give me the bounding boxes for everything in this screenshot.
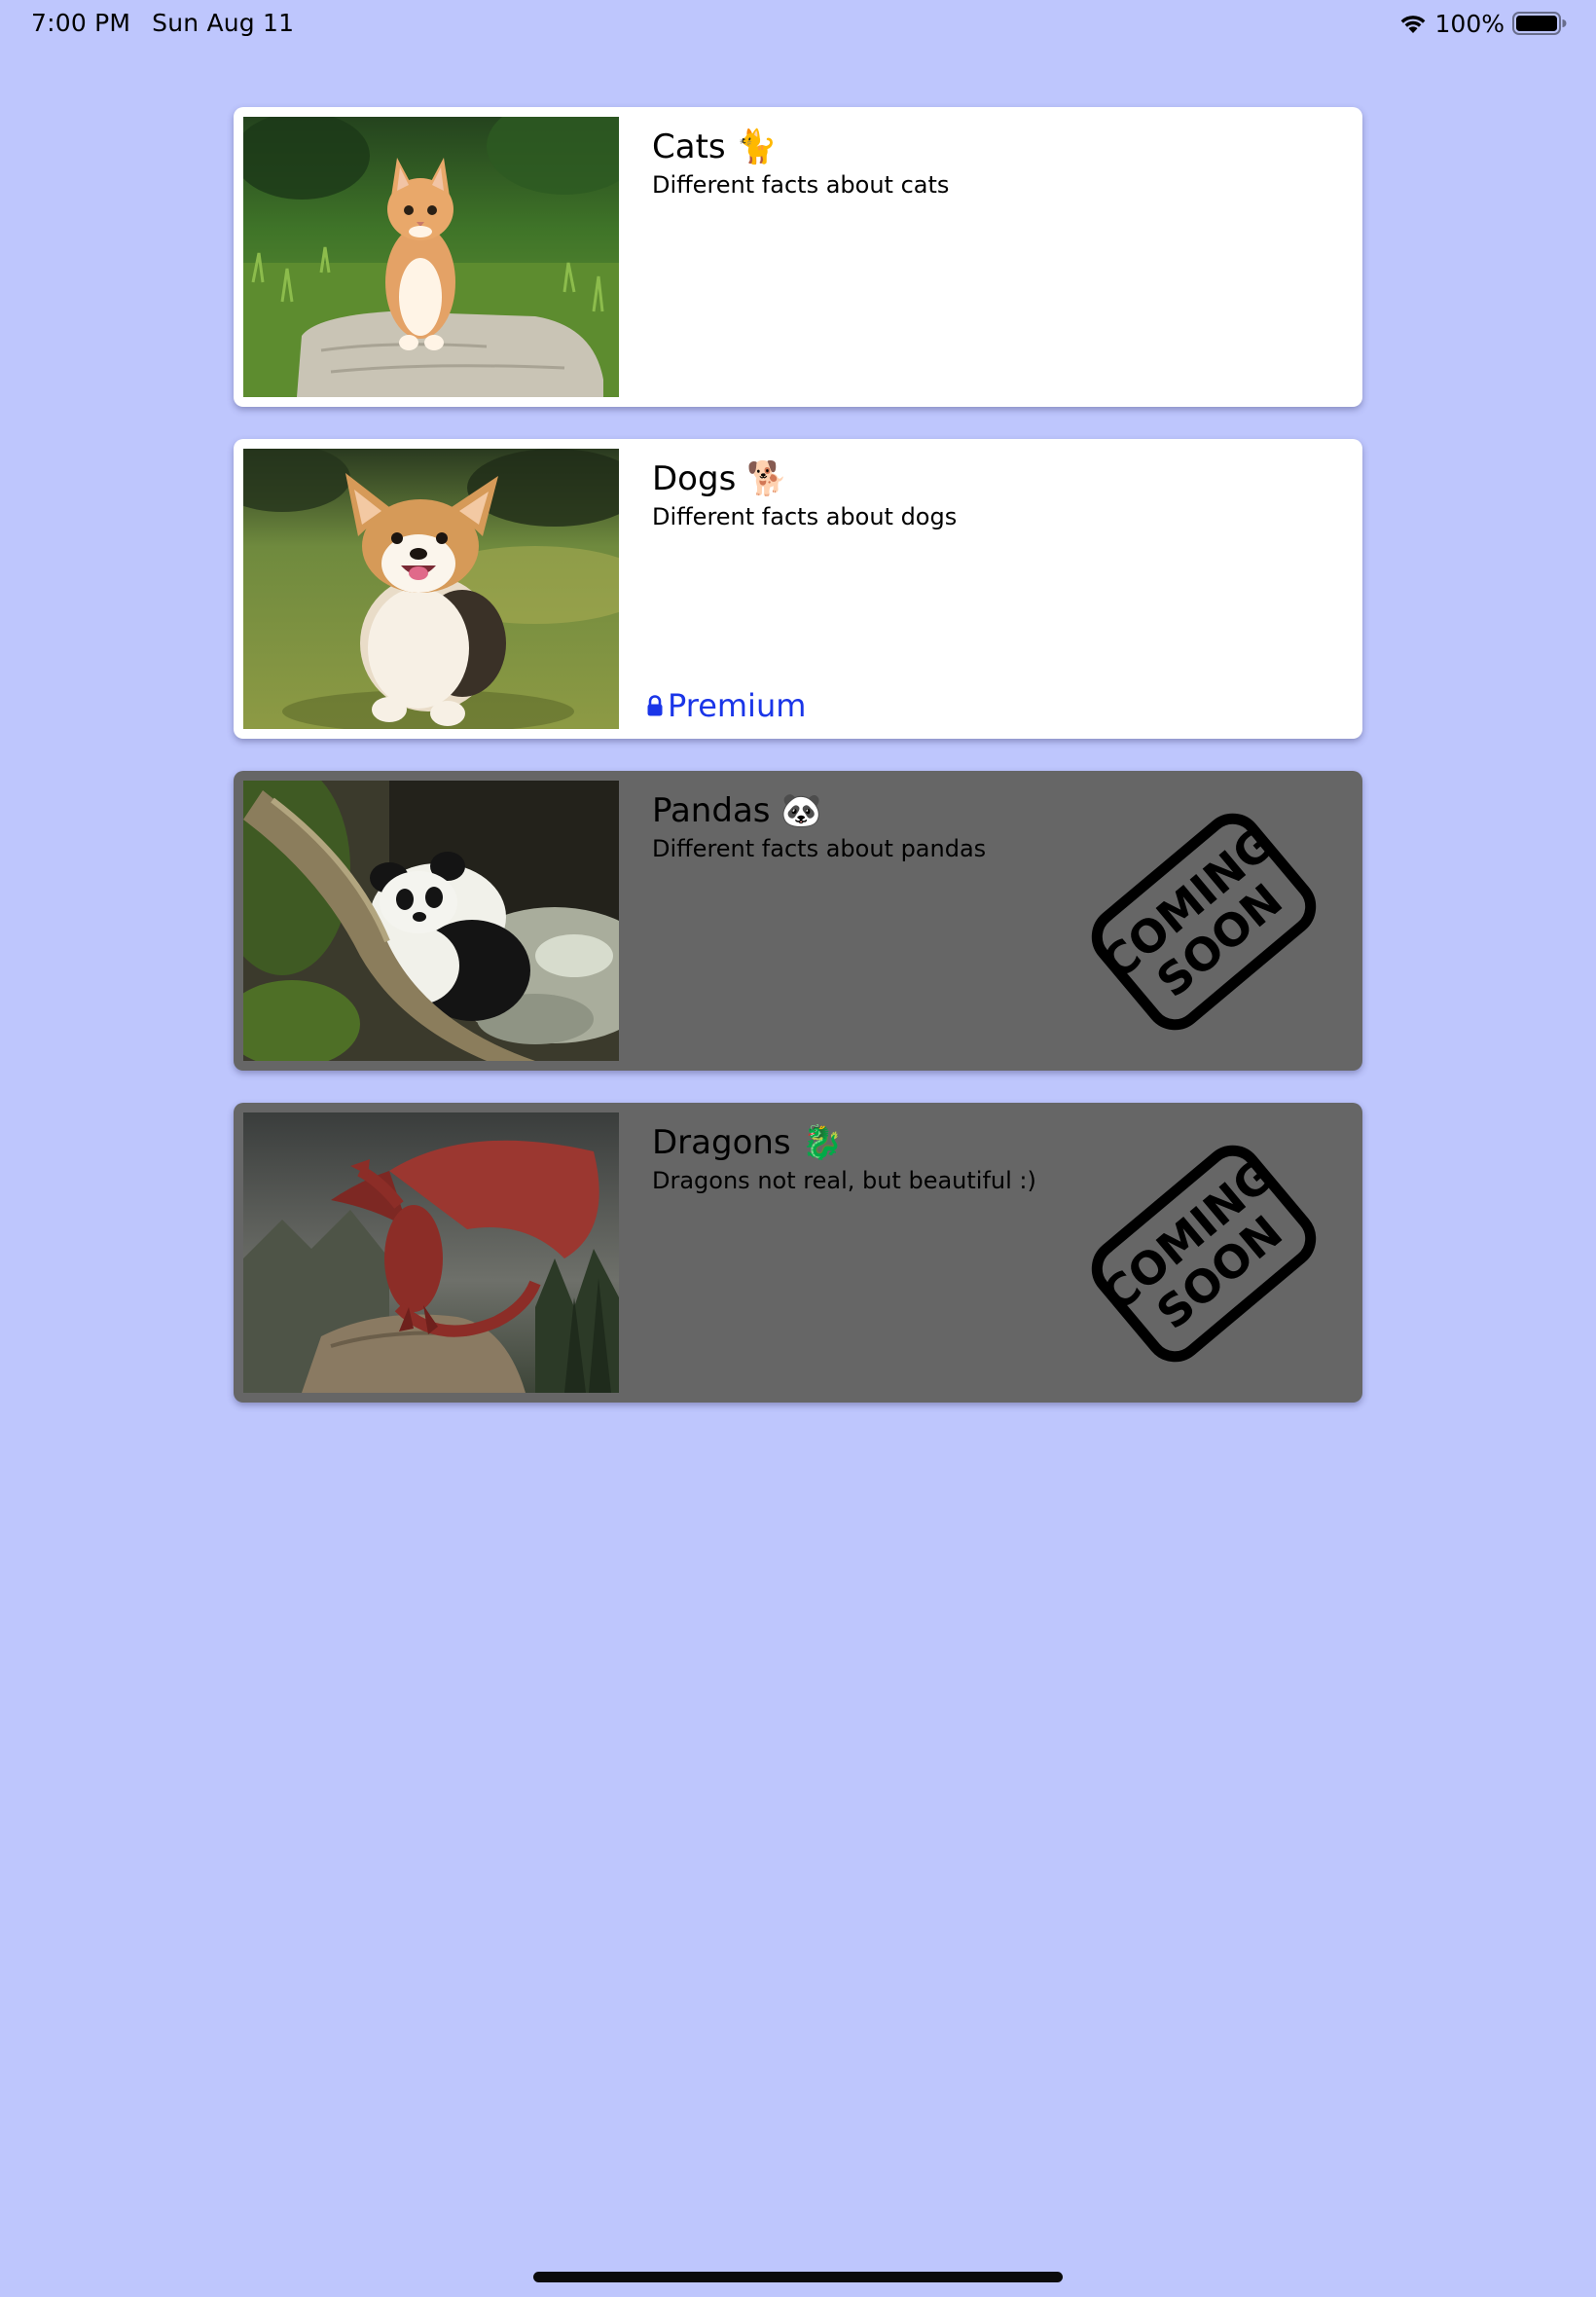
kitten-photo bbox=[243, 117, 619, 397]
status-date: Sun Aug 11 bbox=[152, 9, 295, 37]
card-subtitle: Different facts about pandas bbox=[652, 835, 987, 862]
topic-card-dragons[interactable]: Dragons 🐉 Dragons not real, but beautifu… bbox=[234, 1103, 1362, 1403]
status-indicators: 100% bbox=[1398, 8, 1567, 39]
corgi-photo bbox=[243, 449, 619, 729]
panda-photo bbox=[243, 781, 619, 1061]
card-title: Dogs 🐕 bbox=[652, 459, 788, 498]
lock-icon bbox=[647, 695, 663, 716]
card-title: Cats 🐈 bbox=[652, 128, 778, 166]
card-subtitle: Dragons not real, but beautiful :) bbox=[652, 1167, 1036, 1194]
home-indicator[interactable] bbox=[533, 2272, 1063, 2282]
status-time: 7:00 PM bbox=[31, 9, 131, 37]
premium-label: Premium bbox=[668, 687, 807, 724]
card-subtitle: Different facts about cats bbox=[652, 171, 950, 199]
coming-soon-stamp: COMING SOON bbox=[1063, 781, 1345, 1063]
topic-card-pandas[interactable]: Pandas 🐼 Different facts about pandas CO… bbox=[234, 771, 1362, 1071]
topic-list: Cats 🐈 Different facts about cats Dogs 🐕… bbox=[234, 107, 1362, 1435]
card-title: Dragons 🐉 bbox=[652, 1123, 843, 1162]
card-subtitle: Different facts about dogs bbox=[652, 503, 958, 530]
status-bar: 7:00 PM Sun Aug 11 100% bbox=[0, 0, 1596, 47]
status-time-date: 7:00 PM Sun Aug 11 bbox=[31, 9, 294, 37]
card-title: Pandas 🐼 bbox=[652, 791, 822, 830]
battery-icon bbox=[1512, 12, 1567, 35]
coming-soon-stamp: COMING SOON bbox=[1063, 1112, 1345, 1395]
premium-badge[interactable]: Premium bbox=[646, 686, 806, 725]
battery-percentage: 100% bbox=[1434, 9, 1505, 38]
topic-card-dogs[interactable]: Dogs 🐕 Different facts about dogs Premiu… bbox=[234, 439, 1362, 739]
topic-card-cats[interactable]: Cats 🐈 Different facts about cats bbox=[234, 107, 1362, 407]
dragon-artwork bbox=[243, 1112, 619, 1393]
wifi-icon bbox=[1400, 16, 1425, 33]
